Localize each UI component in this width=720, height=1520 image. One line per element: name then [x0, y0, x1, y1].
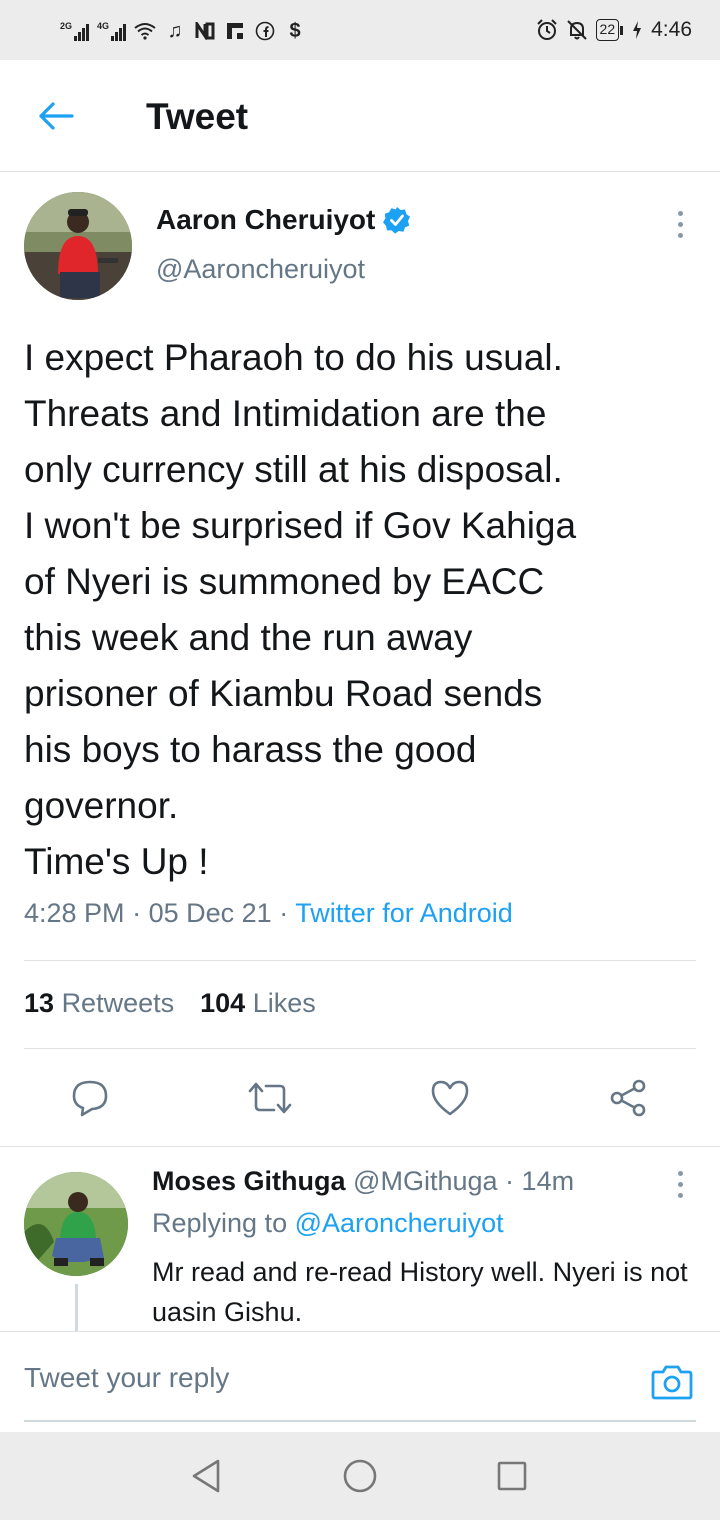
alarm-icon	[536, 19, 558, 41]
reply-author-name[interactable]: Moses Githuga	[152, 1166, 346, 1196]
arrow-left-icon	[39, 102, 74, 130]
nav-recents-icon	[497, 1461, 527, 1491]
share-button[interactable]	[606, 1076, 650, 1120]
retweets-stat[interactable]: 13 Retweets	[24, 988, 174, 1019]
nav-back-icon	[192, 1459, 220, 1493]
reply-author-avatar[interactable]	[24, 1172, 128, 1276]
divider	[24, 1048, 696, 1049]
reply-age: 14m	[521, 1166, 575, 1196]
nav-home-icon	[343, 1459, 377, 1493]
reply-author-handle[interactable]: @MGithuga	[353, 1166, 497, 1196]
dollar-icon: $	[289, 19, 301, 42]
system-nav-bar	[0, 1432, 720, 1520]
mute-icon	[566, 19, 588, 41]
tweet-more-button[interactable]	[666, 206, 694, 242]
flipboard-icon	[224, 20, 246, 42]
more-dot	[677, 1170, 683, 1176]
n-icon	[194, 20, 216, 42]
music-icon: ♫	[167, 19, 183, 42]
more-dot	[677, 1192, 683, 1198]
retweet-icon	[248, 1082, 292, 1114]
page-title: Tweet	[146, 96, 249, 137]
camera-icon	[651, 1365, 693, 1400]
more-dot	[677, 221, 683, 227]
status-right-icons: 22 4:46	[536, 16, 692, 44]
charging-icon	[631, 19, 643, 41]
meta-separator: ·	[279, 898, 296, 928]
tweet-time: 4:28 PM	[24, 898, 125, 928]
meta-separator: ·	[132, 898, 149, 928]
status-bar: 2G 4G ♫ $ 22 4:46	[0, 0, 720, 60]
reply-header: Moses Githuga @MGithuga · 14m	[152, 1166, 574, 1197]
reply-more-button[interactable]	[666, 1166, 694, 1202]
more-dot	[677, 1181, 683, 1187]
likes-label: Likes	[252, 988, 316, 1018]
status-left-icons: 2G 4G ♫ $	[60, 18, 306, 44]
reply-text: Mr read and re-read History well. Nyeri …	[152, 1257, 688, 1327]
reply-button[interactable]	[68, 1076, 112, 1120]
input-underline	[24, 1420, 696, 1422]
heart-icon	[431, 1080, 469, 1116]
tweet-meta: 4:28 PM · 05 Dec 21 · Twitter for Androi…	[24, 898, 513, 929]
author-handle[interactable]: @Aaroncheruiyot	[156, 254, 365, 285]
replying-to-label: Replying to	[152, 1208, 288, 1238]
nav-home-button[interactable]	[338, 1454, 382, 1498]
replying-to-handle[interactable]: @Aaroncheruiyot	[295, 1208, 504, 1238]
like-button[interactable]	[428, 1076, 472, 1120]
top-app-bar: Tweet	[0, 60, 720, 172]
retweets-count: 13	[24, 988, 55, 1018]
nav-back-button[interactable]	[184, 1454, 228, 1498]
divider	[0, 1146, 720, 1147]
tweet-source-link[interactable]: Twitter for Android	[295, 898, 513, 928]
thread-line	[75, 1284, 78, 1332]
verified-badge-icon	[383, 207, 411, 234]
back-button[interactable]	[30, 94, 82, 138]
signal-icon: 2G	[60, 21, 90, 41]
tweet-actions	[0, 1070, 720, 1126]
retweet-button[interactable]	[248, 1076, 292, 1120]
tweet-date: 05 Dec 21	[148, 898, 272, 928]
reply-input[interactable]	[24, 1362, 624, 1394]
author-avatar[interactable]	[24, 192, 132, 300]
share-icon	[610, 1079, 646, 1117]
wifi-icon	[134, 20, 156, 42]
likes-count: 104	[200, 988, 246, 1018]
tweet-text: I expect Pharaoh to do his usual. Threat…	[24, 337, 577, 882]
retweets-label: Retweets	[61, 988, 175, 1018]
battery-level: 22	[595, 19, 620, 41]
tweet-stats: 13 Retweets 104 Likes	[24, 988, 316, 1019]
author-name-text: Aaron Cheruiyot	[156, 204, 376, 235]
more-dot	[677, 210, 683, 216]
sim2-label: 4G	[97, 21, 110, 31]
camera-button[interactable]	[650, 1360, 694, 1404]
battery-icon: 22	[595, 19, 624, 41]
status-time: 4:46	[651, 18, 692, 41]
sim1-label: 2G	[60, 21, 73, 31]
nav-recents-button[interactable]	[490, 1454, 534, 1498]
meta-separator: ·	[505, 1166, 515, 1196]
reply-composer	[0, 1332, 720, 1432]
signal-icon: 4G	[97, 21, 127, 41]
divider	[24, 960, 696, 961]
likes-stat[interactable]: 104 Likes	[200, 988, 316, 1019]
replying-to: Replying to @Aaroncheruiyot	[152, 1208, 504, 1239]
more-dot	[677, 232, 683, 238]
reply-icon	[72, 1080, 108, 1117]
facebook-icon	[254, 20, 276, 42]
author-name[interactable]: Aaron Cheruiyot	[156, 204, 411, 236]
